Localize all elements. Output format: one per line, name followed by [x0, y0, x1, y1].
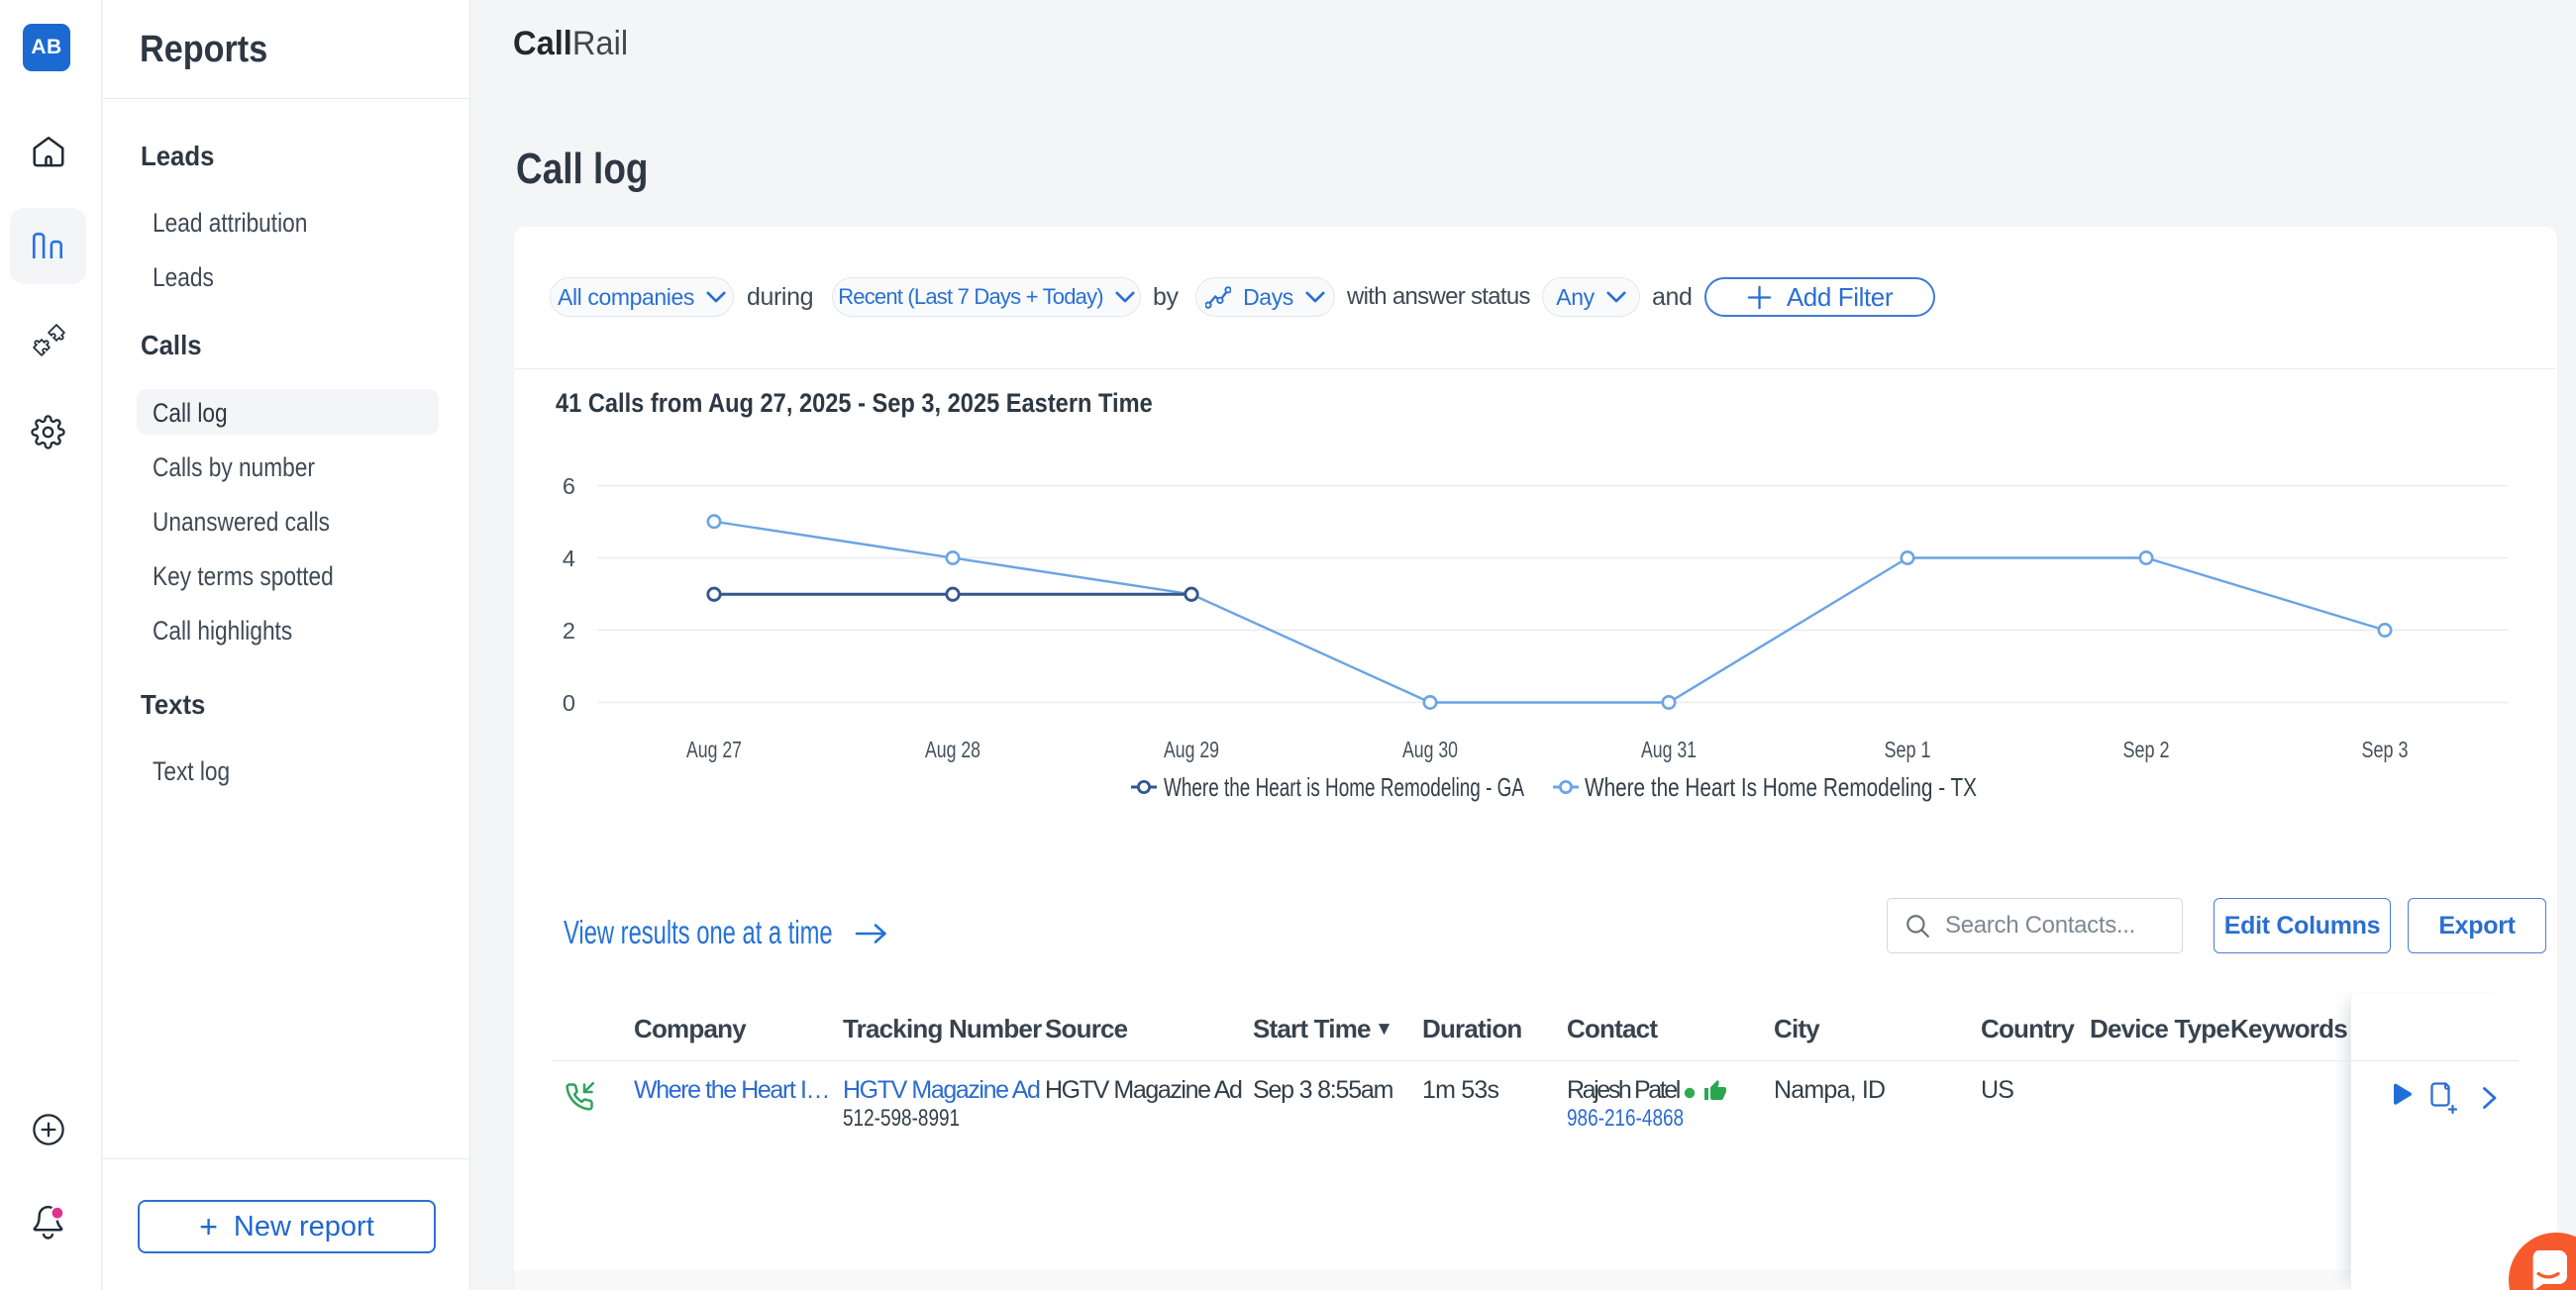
svg-text:0: 0: [563, 690, 575, 716]
svg-text:4: 4: [563, 546, 575, 571]
svg-text:2: 2: [563, 618, 575, 644]
svg-text:Aug 30: Aug 30: [1402, 737, 1458, 762]
svg-text:Where the Heart is Home Remode: Where the Heart is Home Remodeling - GA: [1164, 772, 1524, 802]
svg-text:6: 6: [563, 474, 575, 499]
svg-text:Where the Heart Is Home Remode: Where the Heart Is Home Remodeling - TX: [1585, 772, 1977, 802]
svg-text:Sep 1: Sep 1: [1885, 737, 1931, 762]
svg-text:Aug 31: Aug 31: [1641, 737, 1697, 762]
svg-text:Aug 29: Aug 29: [1164, 737, 1219, 762]
svg-text:Sep 2: Sep 2: [2123, 737, 2170, 762]
svg-text:Sep 3: Sep 3: [2362, 737, 2409, 762]
svg-text:Aug 28: Aug 28: [925, 737, 980, 762]
svg-text:Aug 27: Aug 27: [686, 737, 742, 762]
